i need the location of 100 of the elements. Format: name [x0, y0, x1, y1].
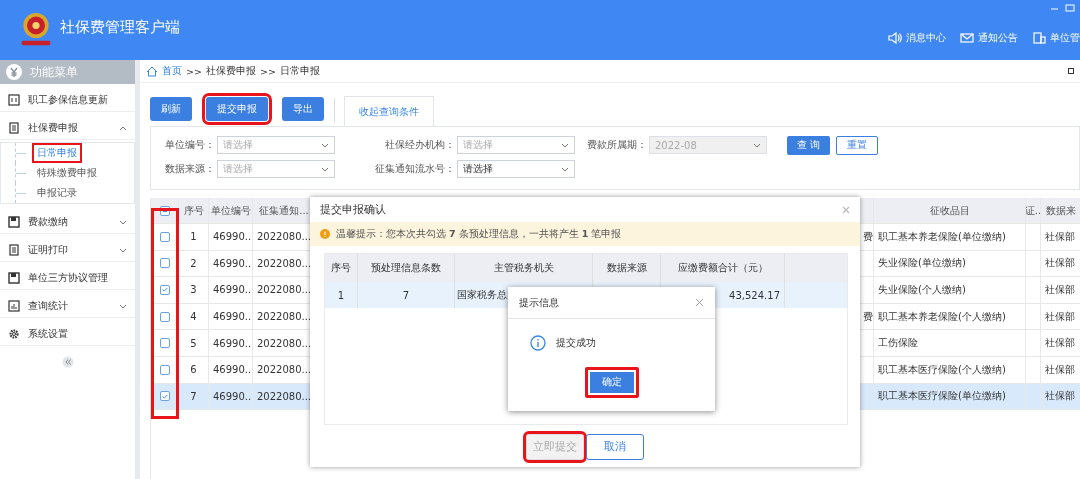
breadcrumb-link[interactable]: 社保费申报: [205, 64, 256, 78]
breadcrumb-separator: >>: [259, 65, 276, 77]
id-card-icon: [8, 94, 20, 106]
menu-item[interactable]: 职工参保信息更新: [0, 89, 135, 112]
row-checkbox[interactable]: [159, 364, 170, 375]
submenu-item[interactable]: 特殊缴费申报: [34, 165, 100, 181]
table-cell: 7: [190, 390, 197, 402]
filter-label: 费款所属期：: [587, 138, 647, 152]
menu-item[interactable]: 证明打印: [0, 239, 135, 262]
table-cell: 1: [190, 231, 197, 243]
row-checkbox[interactable]: [159, 391, 170, 402]
filter-label: 单位编号：: [165, 138, 215, 152]
table-cell: 2022080...: [257, 364, 312, 376]
table-cell: 4: [190, 311, 197, 323]
mail-icon: [960, 32, 974, 44]
table-cell: 失业保险(单位缴纳): [878, 256, 966, 271]
filter-button[interactable]: 查 询: [787, 135, 831, 155]
collapse-filters-tab[interactable]: 收起查询条件: [344, 96, 434, 127]
table-cell: 社保部: [1045, 336, 1075, 351]
column-header: 序号: [183, 203, 204, 218]
document-icon: [8, 122, 20, 134]
menu-item[interactable]: 社保费申报: [0, 117, 135, 140]
table-cell: 2022080...: [257, 337, 312, 349]
menu-title: 功能菜单: [30, 63, 78, 81]
chevron-down-icon: [119, 247, 127, 253]
select-field[interactable]: 请选择: [217, 136, 335, 154]
table-cell: 2022080...: [257, 231, 312, 243]
filter-label: 征集通知流水号：: [375, 162, 455, 176]
select-all-checkbox[interactable]: [159, 205, 170, 216]
header-link[interactable]: 通知公告: [960, 31, 1018, 45]
window-controls-icon[interactable]: [1050, 4, 1076, 12]
document-icon: [8, 244, 20, 256]
close-icon[interactable]: [842, 205, 850, 214]
column-header: 征收品目: [929, 203, 970, 218]
filter-label: 社保经办机构：: [385, 138, 455, 152]
dropdown-icon: [561, 166, 569, 172]
chevron-down-icon: [119, 219, 127, 225]
breadcrumb-separator: >>: [186, 65, 202, 77]
alert-title: 提示信息: [519, 295, 559, 310]
table-cell: 职工基本医疗保险(个人缴纳): [878, 362, 1006, 377]
menu-item[interactable]: 查询统计: [0, 295, 135, 318]
floppy-icon: [8, 216, 20, 228]
confirm-button[interactable]: 确定: [584, 367, 639, 398]
dropdown-icon: [561, 142, 569, 148]
table-cell: 社保部: [1045, 362, 1075, 377]
table-cell: 失业保险(个人缴纳): [878, 283, 966, 297]
table-cell: 2022080...: [257, 311, 312, 323]
toolbar-button[interactable]: 导出: [282, 97, 324, 121]
table-cell: 社保部: [1045, 256, 1075, 271]
table-cell: 社保部: [1045, 309, 1075, 324]
home-icon[interactable]: [146, 65, 158, 77]
select-field[interactable]: 请选择: [217, 160, 335, 178]
menu-item[interactable]: 费款缴纳: [0, 211, 135, 234]
header-link[interactable]: 消息中心: [888, 31, 946, 45]
close-icon[interactable]: [695, 298, 704, 307]
info-icon: [530, 335, 546, 351]
table-cell: 社保部: [1045, 283, 1075, 297]
maximize-icon[interactable]: [1068, 68, 1074, 74]
row-checkbox[interactable]: [159, 338, 170, 349]
yen-icon: [6, 64, 22, 80]
table-cell: 2022080...: [257, 284, 312, 296]
column-header: 数据来源: [606, 261, 647, 275]
filter-button[interactable]: 重置: [836, 135, 879, 155]
chevron-up-icon: [119, 125, 127, 131]
table-cell: 6: [190, 364, 197, 376]
row-checkbox[interactable]: [159, 285, 170, 295]
building-icon: [1032, 32, 1046, 44]
breadcrumb-link[interactable]: 日常申报: [279, 64, 320, 78]
row-checkbox[interactable]: [159, 258, 170, 269]
dialog-button[interactable]: 取消: [586, 434, 644, 460]
settings-icon: [8, 328, 20, 340]
select-field[interactable]: 请选择: [457, 136, 575, 154]
collapse-icon[interactable]: [61, 356, 74, 368]
table-cell: 职工基本医疗保险(单位缴纳): [878, 389, 1006, 404]
row-checkbox[interactable]: [159, 311, 170, 322]
toolbar-button[interactable]: 刷新: [150, 97, 192, 121]
table-cell: 46990...: [213, 311, 252, 323]
table-cell: 7: [402, 289, 410, 301]
header-link[interactable]: 单位管: [1032, 31, 1080, 45]
app-title: 社保费管理客户端: [60, 17, 180, 37]
table-cell: 46990...: [213, 231, 252, 243]
row-checkbox[interactable]: [159, 231, 170, 242]
table-cell: 46990...: [213, 257, 252, 269]
table-cell: 2022080...: [257, 390, 312, 402]
submenu-item[interactable]: 申报记录: [34, 185, 80, 201]
select-field[interactable]: 请选择: [457, 160, 575, 178]
breadcrumb-link[interactable]: 首页: [162, 64, 182, 78]
dropdown-icon: [321, 142, 329, 148]
table-cell: 3: [190, 284, 197, 296]
menu-item[interactable]: 单位三方协议管理: [0, 267, 135, 290]
menu-item[interactable]: 系统设置: [0, 323, 135, 346]
alert-message: 提交成功: [556, 336, 596, 350]
table-cell: 2: [190, 257, 197, 269]
table-cell: 国家税务总: [457, 288, 507, 302]
table-cell: 1: [337, 289, 345, 301]
column-header: 单位编号: [210, 203, 251, 218]
dropdown-icon: [753, 142, 761, 148]
table-cell: 工伤保险: [878, 336, 918, 351]
bar-chart-icon: [8, 300, 20, 312]
submenu-item[interactable]: 日常申报: [34, 145, 80, 161]
